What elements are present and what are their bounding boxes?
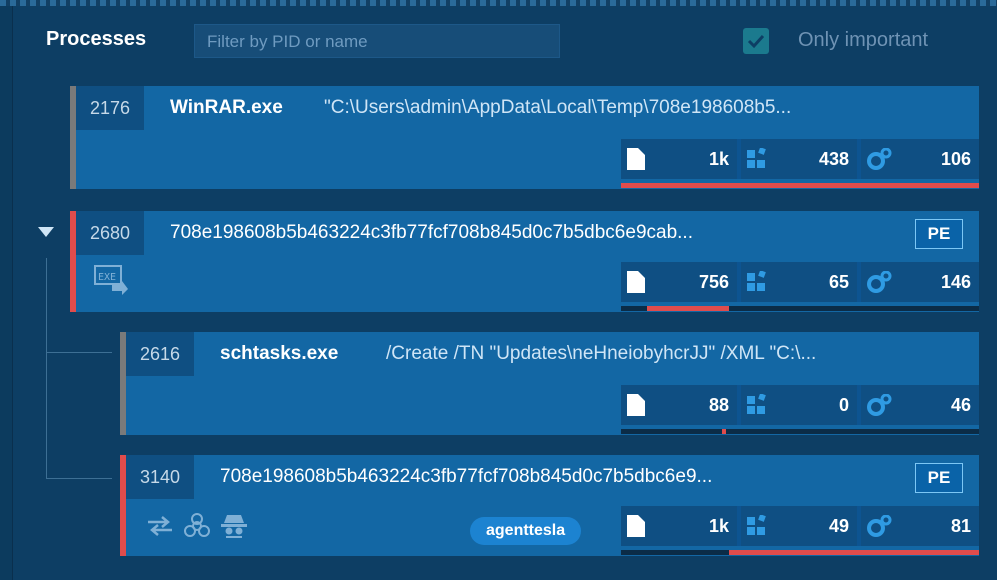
- modules-icon: [747, 394, 766, 414]
- file-icon: [627, 148, 645, 170]
- files-stat[interactable]: 756: [621, 262, 737, 302]
- usage-bar-fill: [722, 429, 726, 434]
- gears-icon: [867, 271, 892, 293]
- usage-bar: [621, 306, 979, 311]
- process-card-2176[interactable]: 2176 WinRAR.exe "C:\Users\admin\AppData\…: [70, 86, 979, 189]
- tree-line-branch: [46, 352, 112, 353]
- stats-group: 756 65 146: [621, 262, 979, 302]
- usage-bar: [621, 429, 979, 434]
- filter-input[interactable]: Filter by PID or name: [194, 24, 560, 58]
- stats-group: 1k 438 106: [621, 139, 979, 179]
- threads-stat[interactable]: 46: [861, 385, 979, 425]
- modules-icon: [747, 515, 766, 535]
- process-card-2616[interactable]: 2616 schtasks.exe /Create /TN "Updates\n…: [120, 332, 979, 435]
- modules-stat[interactable]: 65: [741, 262, 857, 302]
- biohazard-icon: [184, 513, 210, 537]
- gears-icon: [867, 148, 892, 170]
- exe-icon: EXE: [94, 265, 128, 295]
- network-icon: [148, 516, 172, 536]
- process-name: schtasks.exe: [220, 343, 339, 364]
- files-stat[interactable]: 1k: [621, 506, 737, 546]
- process-pid: 2616: [126, 332, 194, 376]
- tree-line-vertical: [46, 258, 47, 478]
- file-icon: [627, 515, 645, 537]
- svg-text:EXE: EXE: [98, 272, 116, 283]
- collapse-arrow-icon[interactable]: [37, 226, 55, 238]
- modules-icon: [747, 271, 766, 291]
- only-important-checkbox[interactable]: [743, 28, 769, 54]
- process-pid: 2176: [76, 86, 144, 130]
- process-command: /Create /TN "Updates\neHneiobyhcrJJ" /XM…: [386, 343, 817, 364]
- modules-stat[interactable]: 0: [741, 385, 857, 425]
- file-icon: [627, 394, 645, 416]
- files-stat[interactable]: 1k: [621, 139, 737, 179]
- process-pid: 3140: [126, 455, 194, 499]
- modules-stat[interactable]: 49: [741, 506, 857, 546]
- modules-icon: [747, 148, 766, 168]
- threat-tag[interactable]: agenttesla: [470, 517, 582, 545]
- files-stat[interactable]: 88: [621, 385, 737, 425]
- process-title: 708e198608b5b463224c3fb77fcf708b845d0c7b…: [220, 466, 713, 487]
- usage-bar-fill: [621, 183, 979, 188]
- only-important-label[interactable]: Only important: [798, 29, 928, 52]
- threads-stat[interactable]: 106: [861, 139, 979, 179]
- process-pid: 2680: [76, 211, 144, 255]
- threads-stat[interactable]: 81: [861, 506, 979, 546]
- process-card-3140[interactable]: 3140 708e198608b5b463224c3fb77fcf708b845…: [120, 455, 979, 556]
- panel-title: Processes: [46, 28, 147, 50]
- spy-icon: [221, 515, 247, 538]
- process-card-2680[interactable]: 2680 708e198608b5b463224c3fb77fcf708b845…: [70, 211, 979, 312]
- gears-icon: [867, 394, 892, 416]
- process-name: WinRAR.exe: [170, 97, 283, 118]
- usage-bar: [621, 183, 979, 188]
- pe-badge: PE: [915, 463, 963, 493]
- process-title: 708e198608b5b463224c3fb77fcf708b845d0c7b…: [170, 222, 693, 243]
- stats-group: 1k 49 81: [621, 506, 979, 546]
- processes-header: Processes Filter by PID or name Only imp…: [12, 14, 997, 66]
- checkbox-checked-icon: [747, 34, 765, 49]
- tree-line-branch: [46, 478, 112, 479]
- usage-bar: [621, 550, 979, 555]
- stats-group: 88 0 46: [621, 385, 979, 425]
- file-icon: [627, 271, 645, 293]
- threads-stat[interactable]: 146: [861, 262, 979, 302]
- pe-badge: PE: [915, 219, 963, 249]
- gears-icon: [867, 515, 892, 537]
- usage-bar-fill: [647, 306, 729, 311]
- usage-bar-fill: [729, 550, 979, 555]
- modules-stat[interactable]: 438: [741, 139, 857, 179]
- process-command: "C:\Users\admin\AppData\Local\Temp\708e1…: [324, 97, 792, 118]
